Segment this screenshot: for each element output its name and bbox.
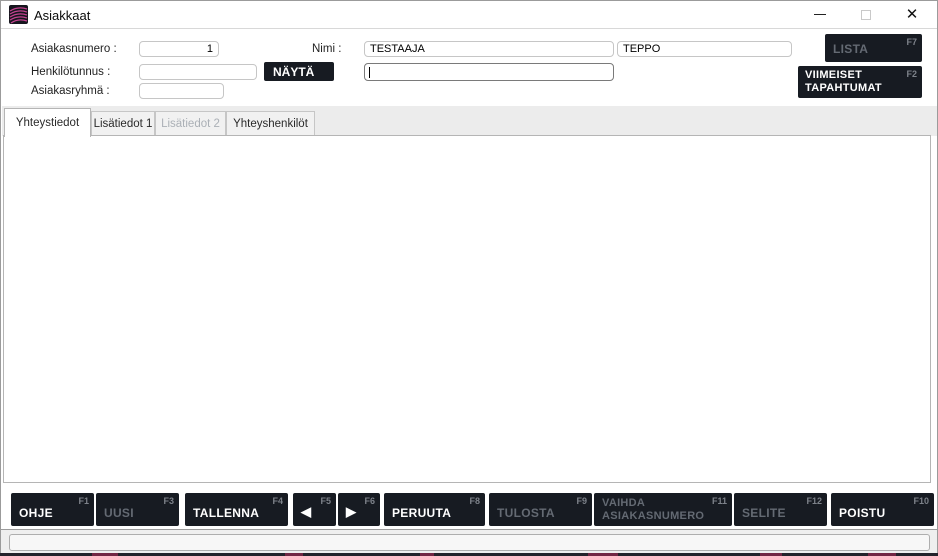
maximize-button[interactable]	[849, 1, 883, 28]
button-fkey: F9	[576, 496, 587, 506]
poistu-button[interactable]: POISTU F10	[831, 493, 934, 526]
tab-label: Lisätiedot 2	[161, 118, 220, 130]
maximize-icon	[861, 10, 871, 20]
tallenna-button[interactable]: TALLENNA F4	[185, 493, 288, 526]
lista-button[interactable]: LISTA F7	[825, 34, 922, 62]
window-title: Asiakkaat	[34, 8, 90, 23]
arrow-right-icon: ▶	[346, 504, 356, 520]
tab-lisatiedot-1[interactable]: Lisätiedot 1	[91, 111, 155, 136]
henkilotunnus-label: Henkilötunnus :	[31, 66, 110, 78]
tab-label: Yhteyshenkilöt	[233, 118, 308, 130]
asiakasnumero-input[interactable]	[139, 41, 219, 57]
title-bar: Asiakkaat ✕	[1, 1, 937, 29]
asiakasryhma-input[interactable]	[139, 83, 224, 99]
button-fkey: F10	[913, 496, 929, 506]
button-label: VAIHDA ASIAKASNUMERO	[602, 497, 720, 523]
viimeiset-label: VIIMEISET TAPAHTUMAT	[805, 69, 910, 95]
close-button[interactable]: ✕	[895, 1, 929, 28]
button-fkey: F1	[78, 496, 89, 506]
close-icon: ✕	[906, 7, 919, 22]
nimi-input[interactable]	[364, 41, 614, 57]
selite-button[interactable]: SELITE F12	[734, 493, 827, 526]
lista-label: LISTA	[833, 42, 868, 56]
asiakasnumero-label: Asiakasnumero :	[31, 43, 117, 55]
uusi-button[interactable]: UUSI F3	[96, 493, 179, 526]
button-label: UUSI	[104, 506, 134, 520]
viimeiset-tapahtumat-button[interactable]: VIIMEISET TAPAHTUMAT F2	[798, 66, 922, 98]
tab-page-yhteystiedot	[3, 135, 931, 483]
peruuta-button[interactable]: PERUUTA F8	[384, 493, 485, 526]
app-window: Asiakkaat ✕ Asiakasnumero : Nimi : Henki…	[0, 0, 938, 553]
nimi2-input[interactable]	[364, 63, 614, 81]
tab-label: Lisätiedot 1	[94, 118, 153, 130]
next-record-button[interactable]: ▶ F6	[338, 493, 380, 526]
button-label: POISTU	[839, 506, 885, 520]
vaihda-asiakasnumero-button[interactable]: VAIHDA ASIAKASNUMERO F11	[594, 493, 732, 526]
previous-record-button[interactable]: ◀ F5	[293, 493, 336, 526]
button-label: SELITE	[742, 506, 786, 520]
lista-fkey: F7	[906, 37, 917, 47]
button-fkey: F3	[163, 496, 174, 506]
nayta-label: NÄYTÄ	[273, 65, 314, 79]
arrow-left-icon: ◀	[301, 504, 311, 520]
minimize-button[interactable]	[803, 1, 837, 28]
button-label: PERUUTA	[392, 506, 451, 520]
button-fkey: F11	[712, 496, 727, 506]
viimeiset-fkey: F2	[906, 69, 917, 79]
ohje-button[interactable]: OHJE F1	[11, 493, 94, 526]
nimi-label: Nimi :	[312, 43, 341, 55]
nayta-button[interactable]: NÄYTÄ	[264, 62, 334, 81]
tab-yhteystiedot[interactable]: Yhteystiedot	[4, 108, 91, 137]
nimi-extra-input[interactable]	[617, 41, 792, 57]
button-label: OHJE	[19, 506, 53, 520]
text-cursor	[369, 67, 370, 78]
tulosta-button[interactable]: TULOSTA F9	[489, 493, 592, 526]
button-fkey: F8	[469, 496, 480, 506]
tab-lisatiedot-2[interactable]: Lisätiedot 2	[155, 111, 226, 136]
button-fkey: F6	[364, 496, 375, 506]
button-fkey: F4	[272, 496, 283, 506]
minimize-icon	[814, 14, 826, 15]
status-bar	[1, 529, 937, 554]
tab-yhteyshenkilot[interactable]: Yhteyshenkilöt	[226, 111, 315, 136]
button-label: TULOSTA	[497, 506, 555, 520]
button-label: TALLENNA	[193, 506, 259, 520]
button-fkey: F12	[806, 496, 822, 506]
status-message-field	[9, 534, 930, 551]
henkilotunnus-input[interactable]	[139, 64, 257, 80]
asiakasryhma-label: Asiakasryhmä :	[31, 85, 110, 97]
app-icon	[9, 5, 28, 24]
button-fkey: F5	[320, 496, 331, 506]
tab-label: Yhteystiedot	[16, 117, 79, 129]
tab-strip: Yhteystiedot Lisätiedot 1 Lisätiedot 2 Y…	[2, 106, 937, 136]
